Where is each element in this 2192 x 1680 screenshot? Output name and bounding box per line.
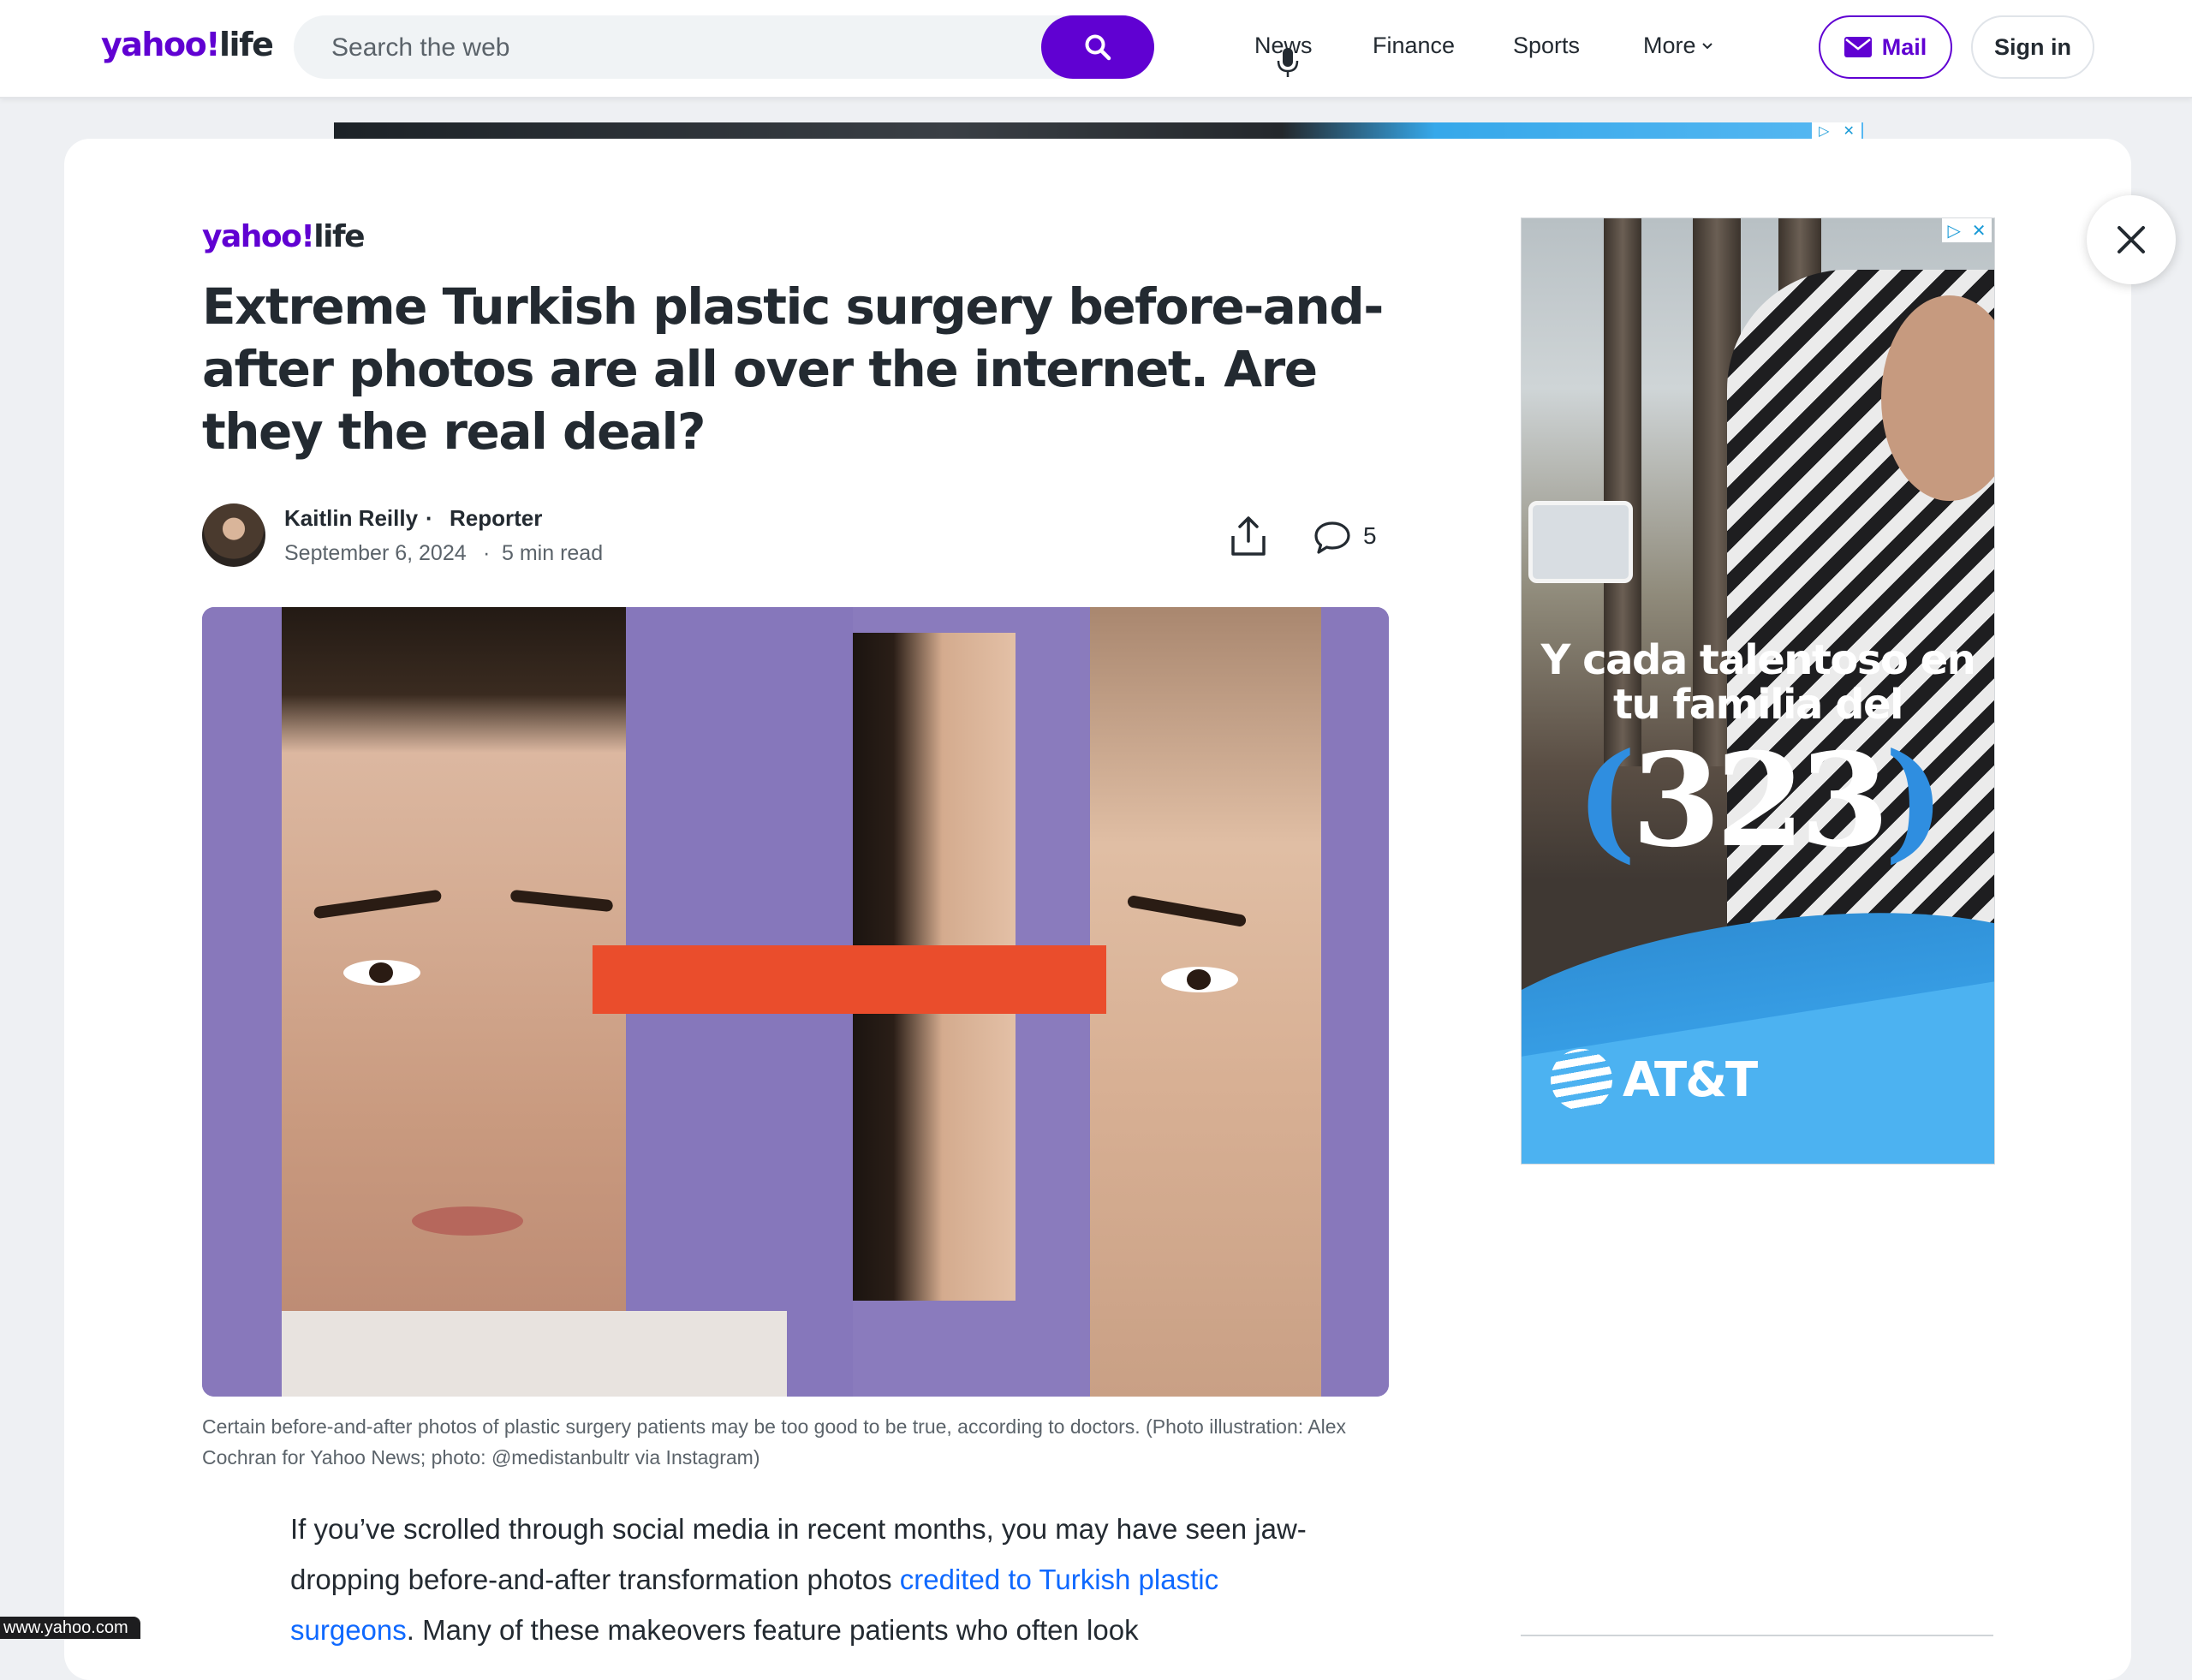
ad-paren: )	[1884, 725, 1945, 876]
article-body: If you’ve scrolled through social media …	[290, 1504, 1318, 1655]
ad-headline: Y cada talentoso en tu familia del	[1540, 636, 1976, 729]
logo-brand: yahoo!	[101, 26, 221, 63]
image-caption: Certain before-and-after photos of plast…	[202, 1415, 1347, 1469]
hero-eye	[343, 960, 420, 986]
search-bar	[294, 15, 1299, 80]
chevron-down-icon	[1701, 42, 1712, 49]
status-bar-url: www.yahoo.com	[0, 1617, 140, 1639]
sidebar-ad[interactable]: Y cada talentoso en tu familia del (323)…	[1521, 217, 1995, 1165]
article-publisher-logo[interactable]: yahoo!life	[202, 219, 366, 254]
att-logo: AT&T	[1551, 1049, 1758, 1111]
top-ad-choices[interactable]: ▷ ✕	[1812, 122, 1861, 140]
mail-label: Mail	[1881, 33, 1927, 60]
mail-icon	[1844, 37, 1872, 57]
nav-finance[interactable]: Finance	[1373, 33, 1455, 59]
search-input[interactable]	[330, 15, 1001, 80]
att-globe-icon	[1551, 1049, 1612, 1111]
hero-lips	[412, 1206, 523, 1236]
logo-sub: life	[313, 219, 365, 254]
ad-choices[interactable]: ▷ ✕	[1942, 218, 1992, 242]
ad-area-code: (323)	[1522, 732, 1994, 869]
close-article-button[interactable]	[2087, 195, 2176, 284]
author-role: Reporter	[450, 505, 543, 531]
ad-paren: (	[1576, 725, 1636, 876]
hero-face-after	[1090, 607, 1321, 1397]
hero-hair	[282, 607, 626, 753]
nav-more[interactable]: More	[1643, 33, 1713, 59]
ad-choices-icon: ▷	[1819, 124, 1830, 139]
share-icon[interactable]	[1230, 515, 1267, 557]
close-icon	[2118, 226, 2145, 253]
hero-image[interactable]	[202, 607, 1389, 1397]
att-brand: AT&T	[1623, 1051, 1758, 1108]
ad-phone	[1528, 501, 1633, 583]
mail-button[interactable]: Mail	[1819, 15, 1952, 79]
hero-clothing	[282, 1311, 787, 1397]
publish-date: September 6, 2024	[284, 541, 467, 565]
divider	[1521, 1635, 1993, 1636]
hero-eye	[1161, 967, 1238, 992]
byline-separator: ·	[483, 541, 491, 565]
hero-red-bar	[593, 945, 1106, 1014]
close-icon: ✕	[1971, 221, 1986, 241]
hero-purple-strip	[1321, 607, 1389, 1397]
byline-separator: ·	[426, 505, 433, 531]
nav-news[interactable]: News	[1254, 33, 1313, 59]
search-icon	[1085, 34, 1111, 61]
article-title: Extreme Turkish plastic surgery before-a…	[202, 277, 1384, 461]
nav-more-label: More	[1643, 33, 1696, 58]
logo-brand: yahoo!	[202, 219, 315, 254]
top-banner-ad[interactable]	[334, 122, 1863, 140]
nav-sports[interactable]: Sports	[1513, 33, 1580, 59]
close-icon: ✕	[1843, 124, 1855, 139]
hero-purple-strip	[202, 607, 282, 1397]
logo-sub: life	[219, 26, 274, 63]
top-navigation-bar: yahoo!life News Finance Sports More Mail…	[0, 0, 2192, 98]
yahoo-life-logo[interactable]: yahoo!life	[101, 26, 274, 63]
search-button[interactable]	[1041, 15, 1154, 79]
author-name[interactable]: Kaitlin Reilly	[284, 505, 418, 532]
comment-icon[interactable]	[1313, 521, 1351, 555]
sign-in-button[interactable]: Sign in	[1971, 15, 2094, 79]
body-text-2: . Many of these makeovers feature patien…	[406, 1614, 1139, 1646]
read-time: 5 min read	[502, 541, 604, 565]
comment-count[interactable]: 5	[1363, 522, 1377, 550]
ad-choices-icon: ▷	[1947, 221, 1961, 241]
ad-number: 323	[1631, 725, 1889, 876]
author-avatar[interactable]	[202, 503, 265, 567]
